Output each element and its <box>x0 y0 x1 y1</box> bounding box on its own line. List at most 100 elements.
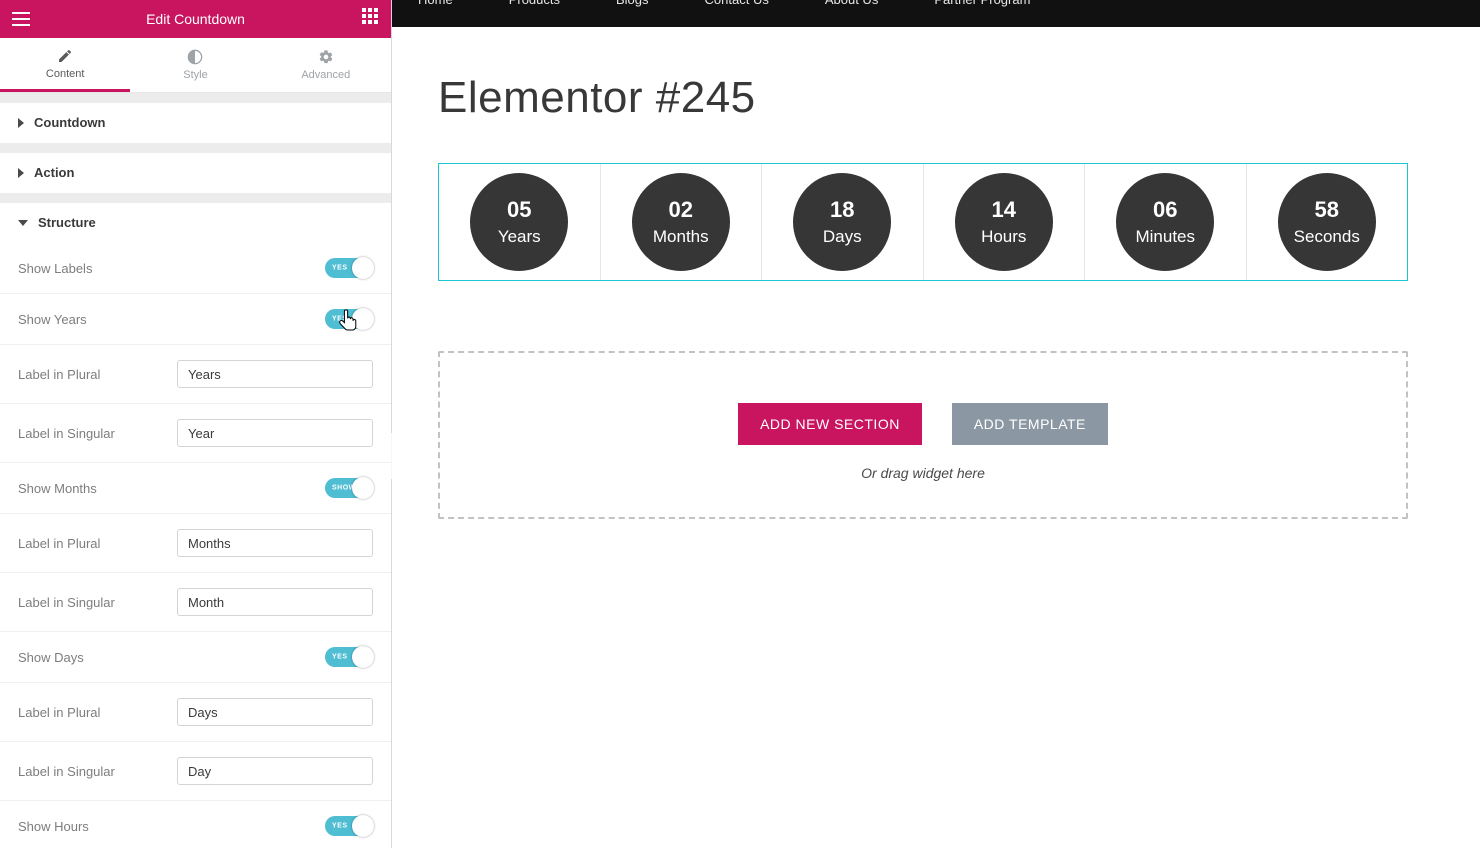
row-days-singular: Label in Singular <box>0 742 391 801</box>
show-labels-toggle[interactable]: YES <box>325 258 373 278</box>
months-singular-input[interactable] <box>177 588 373 616</box>
drop-zone[interactable]: ADD NEW SECTION ADD TEMPLATE Or drag wid… <box>438 351 1408 519</box>
row-days-plural: Label in Plural <box>0 683 391 742</box>
site-top-nav: Home Products Blogs Contact Us About Us … <box>392 0 1480 27</box>
months-plural-input[interactable] <box>177 529 373 557</box>
countdown-label: Hours <box>981 227 1026 247</box>
sidebar-title: Edit Countdown <box>0 11 391 27</box>
spacer <box>0 193 391 203</box>
days-plural-label: Label in Plural <box>18 705 100 720</box>
accordion-structure[interactable]: Structure <box>0 203 391 243</box>
countdown-value: 18 <box>830 197 854 223</box>
tab-advanced[interactable]: Advanced <box>261 38 391 92</box>
countdown-cell: 05 Years <box>439 164 601 280</box>
countdown-circle-minutes: 06 Minutes <box>1116 173 1214 271</box>
countdown-circle-hours: 14 Hours <box>955 173 1053 271</box>
show-years-label: Show Years <box>18 312 87 327</box>
countdown-cell: 14 Hours <box>924 164 1086 280</box>
tab-advanced-label: Advanced <box>301 69 350 81</box>
structure-content: Show Labels YES Show Years YES <box>0 243 391 848</box>
toggle-state-label: YES <box>332 654 348 661</box>
days-plural-input[interactable] <box>177 698 373 726</box>
countdown-value: 14 <box>992 197 1016 223</box>
tab-content-label: Content <box>46 68 85 80</box>
months-plural-label: Label in Plural <box>18 536 100 551</box>
countdown-value: 58 <box>1315 197 1339 223</box>
accordion-countdown[interactable]: Countdown <box>0 103 391 143</box>
countdown-value: 05 <box>507 197 531 223</box>
show-days-label: Show Days <box>18 650 84 665</box>
accordion-action[interactable]: Action <box>0 153 391 193</box>
row-show-days: Show Days YES <box>0 632 391 683</box>
nav-item[interactable]: Home <box>418 0 453 7</box>
row-years-singular: Label in Singular <box>0 404 391 463</box>
show-years-toggle[interactable]: YES <box>325 309 373 329</box>
row-show-years: Show Years YES <box>0 294 391 345</box>
toggle-knob <box>352 646 374 668</box>
show-hours-toggle[interactable]: YES <box>325 816 373 836</box>
chevron-right-icon <box>18 168 24 178</box>
show-months-toggle[interactable]: SHOW <box>325 478 373 498</box>
toggle-knob <box>352 815 374 837</box>
countdown-value: 06 <box>1153 197 1177 223</box>
countdown-widget[interactable]: 05 Years 02 Months 18 Days <box>438 163 1408 281</box>
widgets-grid-icon[interactable] <box>359 8 381 30</box>
preview-main: Home Products Blogs Contact Us About Us … <box>392 0 1480 848</box>
countdown-cell: 58 Seconds <box>1247 164 1408 280</box>
drop-zone-buttons: ADD NEW SECTION ADD TEMPLATE <box>738 403 1108 445</box>
contrast-icon <box>187 49 203 65</box>
spacer <box>0 93 391 103</box>
sidebar-header: Edit Countdown <box>0 0 391 38</box>
countdown-cell: 02 Months <box>601 164 763 280</box>
row-years-plural: Label in Plural <box>0 345 391 404</box>
countdown-cell: 18 Days <box>762 164 924 280</box>
toggle-state-label: YES <box>332 823 348 830</box>
nav-item[interactable]: Blogs <box>616 0 649 7</box>
menu-icon[interactable] <box>10 8 32 30</box>
accordion-countdown-label: Countdown <box>34 115 105 130</box>
toggle-knob <box>352 477 374 499</box>
gear-icon <box>318 49 334 65</box>
countdown-circle-seconds: 58 Seconds <box>1278 173 1376 271</box>
countdown-circle-months: 02 Months <box>632 173 730 271</box>
countdown-circle-days: 18 Days <box>793 173 891 271</box>
spacer <box>0 143 391 153</box>
toggle-state-label: YES <box>332 265 348 272</box>
panel-body[interactable]: Countdown Action Structure Show Labels Y… <box>0 93 391 848</box>
countdown-value: 02 <box>669 197 693 223</box>
row-show-months: Show Months SHOW <box>0 463 391 514</box>
days-singular-label: Label in Singular <box>18 764 115 779</box>
add-new-section-button[interactable]: ADD NEW SECTION <box>738 403 922 445</box>
chevron-down-icon <box>18 220 28 226</box>
tab-style-label: Style <box>183 69 207 81</box>
years-singular-input[interactable] <box>177 419 373 447</box>
chevron-right-icon <box>18 118 24 128</box>
editor-sidebar: Edit Countdown Content Style Advanced <box>0 0 392 848</box>
add-template-button[interactable]: ADD TEMPLATE <box>952 403 1108 445</box>
countdown-label: Months <box>653 227 709 247</box>
countdown-label: Minutes <box>1135 227 1195 247</box>
show-months-label: Show Months <box>18 481 97 496</box>
row-show-labels: Show Labels YES <box>0 243 391 294</box>
years-singular-label: Label in Singular <box>18 426 115 441</box>
months-singular-label: Label in Singular <box>18 595 115 610</box>
page-content: Elementor #245 05 Years 02 Months <box>392 27 1480 519</box>
row-show-hours: Show Hours YES <box>0 801 391 848</box>
accordion-structure-label: Structure <box>38 215 96 230</box>
show-days-toggle[interactable]: YES <box>325 647 373 667</box>
row-months-plural: Label in Plural <box>0 514 391 573</box>
nav-item[interactable]: Contact Us <box>705 0 769 7</box>
tab-content[interactable]: Content <box>0 38 130 92</box>
pencil-icon <box>57 48 73 64</box>
tab-style[interactable]: Style <box>130 38 260 92</box>
countdown-label: Days <box>823 227 862 247</box>
days-singular-input[interactable] <box>177 757 373 785</box>
panel-tabs: Content Style Advanced <box>0 38 391 93</box>
nav-item[interactable]: Partner Program <box>934 0 1030 7</box>
nav-item[interactable]: About Us <box>825 0 878 7</box>
years-plural-input[interactable] <box>177 360 373 388</box>
countdown-label: Years <box>498 227 541 247</box>
countdown-cell: 06 Minutes <box>1085 164 1247 280</box>
nav-item[interactable]: Products <box>509 0 560 7</box>
years-plural-label: Label in Plural <box>18 367 100 382</box>
